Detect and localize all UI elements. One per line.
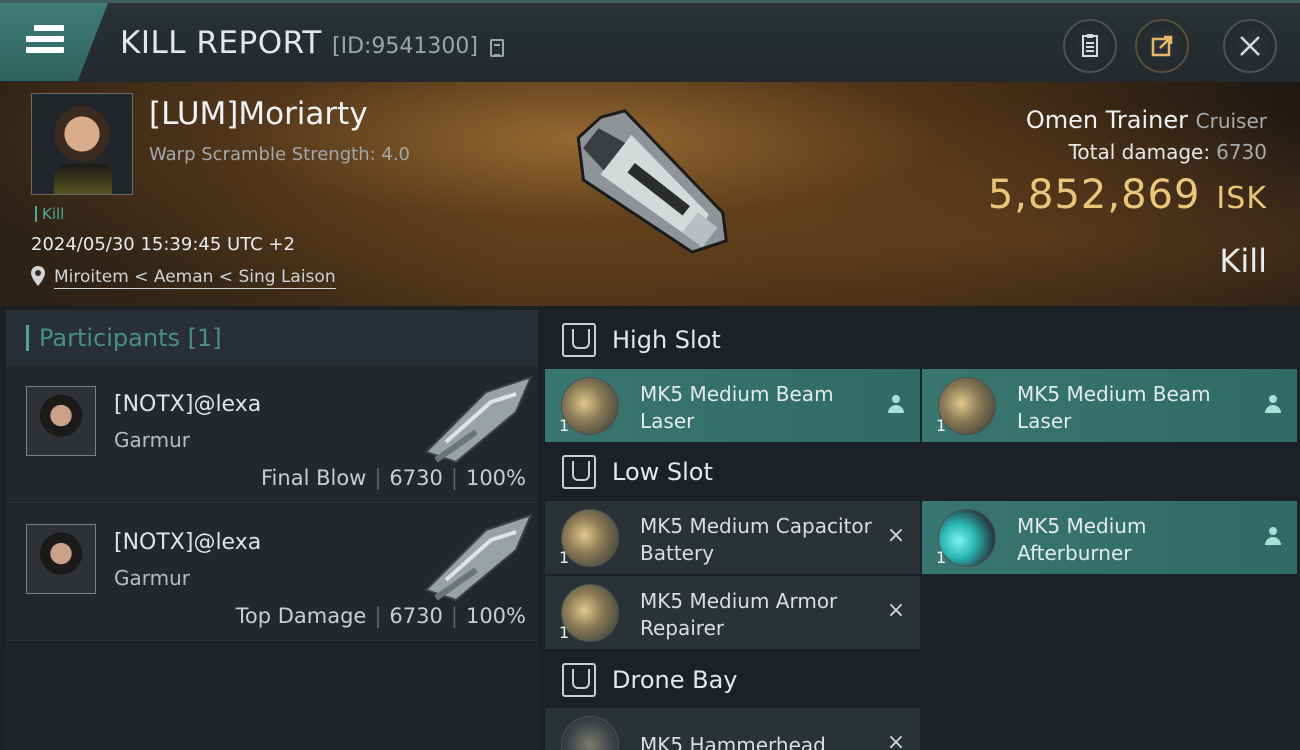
participant-row[interactable]: [NOTX]@lexa Garmur Final Blow | 6730 | 100% [6,366,538,503]
person-icon [1265,527,1281,547]
participant-damage: 6730 [389,466,443,490]
ship-name: Omen Trainer [1025,106,1188,134]
afterburner-icon [938,509,996,567]
drone-bay-label: Drone Bay [612,666,738,694]
person-icon [888,395,904,415]
module-quantity: 1 [559,416,570,435]
participant-stats: Top Damage | 6730 | 100% [235,604,526,628]
close-button[interactable] [1223,19,1277,73]
module-slot[interactable]: 1 MK5 Medium Capacitor Battery × [545,501,920,574]
destroyed-icon: × [886,730,906,750]
low-slot-label: Low Slot [612,458,713,486]
destroyed-icon: × [886,523,906,548]
destroyed-icon: × [886,598,906,623]
copy-icon[interactable] [490,39,504,57]
participant-avatar[interactable] [26,386,96,456]
module-slot[interactable]: 1 MK5 Medium Beam Laser [922,369,1297,442]
participant-ship: Garmur [114,566,191,590]
page-title: KILL REPORT [120,25,322,61]
kill-result: Kill [1219,242,1267,280]
kill-summary: [LUM]Moriarty Warp Scramble Strength: 4.… [0,82,1300,306]
module-name: MK5 Hammerhead [640,733,826,750]
participants-panel: Participants [1] [NOTX]@lexa Garmur Fina… [6,310,538,750]
module-quantity: 1 [559,623,570,642]
module-name: MK5 Medium Beam Laser [640,382,834,433]
warp-scramble-strength: Warp Scramble Strength: 4.0 [149,144,411,165]
armor-repairer-icon [561,584,619,642]
participant-ship: Garmur [114,428,191,452]
share-button[interactable] [1135,19,1189,73]
total-damage-value: 6730 [1216,140,1267,164]
participants-title: Participants [1] [39,324,222,352]
participant-percent: 100% [465,604,526,628]
participant-avatar[interactable] [26,524,96,594]
participant-percent: 100% [465,466,526,490]
high-slot-icon [562,323,596,357]
victim-name[interactable]: [LUM]Moriarty [149,96,368,132]
total-damage-label: Total damage: [1068,140,1211,164]
drone-icon [561,716,619,750]
module-name: MK5 Medium Beam Laser [1017,382,1211,433]
participants-tab[interactable]: Participants [1] [6,310,538,366]
capacitor-battery-icon [561,509,619,567]
participant-role: Final Blow [261,466,367,490]
report-button[interactable] [1063,19,1117,73]
ship-class: Cruiser [1195,109,1267,133]
top-bar: KILL REPORT [ID:9541300] [0,0,1300,82]
kill-tag: Kill [35,206,64,222]
participant-name: [NOTX]@lexa [114,530,262,555]
victim-ship-image[interactable] [540,87,770,302]
module-name: MK5 Medium Capacitor Battery [640,514,872,565]
location-pin-icon [31,266,45,286]
module-quantity: 1 [936,548,947,567]
kill-datetime: 2024/05/30 15:39:45 UTC +2 [31,234,295,255]
module-slot[interactable]: 1 MK5 Medium Beam Laser [545,369,920,442]
isk-value: 5,852,869 ISK [988,172,1267,218]
close-icon [1240,36,1260,56]
participant-row[interactable]: [NOTX]@lexa Garmur Top Damage | 6730 | 100% [6,504,538,641]
high-slot-header: High Slot [545,310,1300,370]
high-slot-label: High Slot [612,326,721,354]
beam-laser-icon [938,377,996,435]
module-slot[interactable]: 1 MK5 Medium Armor Repairer × [545,576,920,649]
module-name: MK5 Medium Armor Repairer [640,589,838,640]
menu-button[interactable] [0,3,108,81]
module-slot[interactable]: 1 MK5 Medium Afterburner [922,501,1297,574]
module-quantity: 1 [559,548,570,567]
clipboard-icon [1082,34,1098,57]
victim-portrait[interactable] [31,93,133,195]
participant-role: Top Damage [235,604,367,628]
participant-damage: 6730 [389,604,443,628]
participant-name: [NOTX]@lexa [114,392,262,417]
participant-ship-image [424,513,533,602]
hamburger-menu-icon [26,25,64,57]
total-damage: Total damage: 6730 [1069,140,1267,164]
low-slot-header: Low Slot [545,442,1300,502]
person-icon [1265,395,1281,415]
location-link[interactable]: Miroitem < Aeman < Sing Laison [54,267,336,289]
share-icon [1151,35,1173,57]
isk-unit: ISK [1216,181,1267,216]
victim-ship[interactable]: Omen Trainer Cruiser [1026,106,1267,134]
module-quantity: 1 [936,416,947,435]
drone-bay-icon [562,663,596,697]
module-slot[interactable]: 1 MK5 Hammerhead × [545,708,920,750]
beam-laser-icon [561,377,619,435]
participant-ship-image [424,375,533,464]
participant-stats: Final Blow | 6730 | 100% [261,466,526,490]
isk-amount: 5,852,869 [987,172,1201,218]
module-name: MK5 Medium Afterburner [1017,514,1147,565]
kill-id: [ID:9541300] [332,34,478,59]
low-slot-icon [562,455,596,489]
drone-bay-header: Drone Bay [545,650,1300,710]
